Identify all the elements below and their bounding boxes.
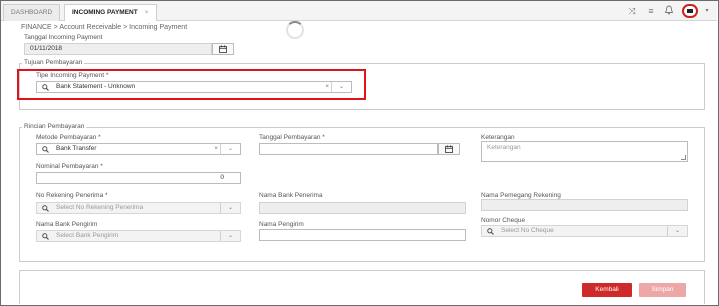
nama-pemegang-field <box>481 199 688 211</box>
tanggal-pembayaran-label: Tanggal Pembayaran * <box>259 134 325 141</box>
calendar-button[interactable] <box>212 43 234 55</box>
tanggal-incoming-field[interactable]: 01/11/2018 <box>24 43 212 55</box>
calendar-icon <box>219 45 227 53</box>
nama-pemegang-label: Nama Pemegang Rekening <box>481 192 561 199</box>
kembali-button[interactable]: Kembali <box>582 283 632 297</box>
nominal-label: Nominal Pembayaran * <box>36 163 103 170</box>
metode-label: Metode Pembayaran * <box>36 134 101 141</box>
nama-bank-penerima-label: Nama Bank Penerima <box>259 192 323 199</box>
calendar-icon <box>445 145 453 153</box>
nomor-cheque-select[interactable]: Select No Cheque ⌄ <box>481 225 688 237</box>
nama-bank-pengirim-select[interactable]: Select Bank Pengirim ⌄ <box>36 230 241 242</box>
chevron-down-icon[interactable]: ⌄ <box>667 226 687 236</box>
nominal-field[interactable]: 0 <box>36 172 241 184</box>
resize-handle-icon[interactable] <box>681 155 686 160</box>
search-icon <box>42 203 49 216</box>
shuffle-icon[interactable]: ⤨ <box>626 5 638 17</box>
no-rekening-label: No Rekening Penerima * <box>36 192 108 199</box>
loading-spinner <box>286 21 304 39</box>
bell-icon[interactable] <box>663 5 675 17</box>
top-bar: DASHBOARD INCOMING PAYMENT × ⤨ ≡ ▾ <box>1 1 717 21</box>
printer-icon <box>687 9 693 13</box>
chevron-down-icon[interactable]: ⌄ <box>220 144 240 154</box>
chevron-down-icon[interactable]: ▾ <box>701 5 713 17</box>
tanggal-incoming-label: Tanggal Incoming Payment <box>24 34 103 41</box>
highlight-box <box>17 69 366 100</box>
search-icon <box>42 231 49 244</box>
nomor-cheque-label: Nomor Cheque <box>481 217 526 224</box>
nama-pengirim-field[interactable] <box>259 229 466 241</box>
breadcrumb: FINANCE > Account Receivable > Incoming … <box>21 24 188 31</box>
tujuan-pembayaran-legend: Tujuan Pembayaran <box>22 59 85 66</box>
keterangan-textarea[interactable]: Keterangan <box>481 141 688 162</box>
simpan-button[interactable]: Simpan <box>639 283 686 297</box>
user-avatar[interactable] <box>682 4 698 18</box>
calendar-button[interactable] <box>438 143 460 155</box>
tab-close-icon[interactable]: × <box>145 9 149 16</box>
clear-icon[interactable]: × <box>214 144 218 154</box>
nama-bank-pengirim-label: Nama Bank Pengirim <box>36 221 98 228</box>
chevron-down-icon[interactable]: ⌄ <box>220 203 240 213</box>
search-icon <box>487 226 494 239</box>
search-icon <box>42 144 49 157</box>
tab-dashboard[interactable]: DASHBOARD <box>3 4 61 21</box>
no-rekening-select[interactable]: Select No Rekening Penerima ⌄ <box>36 202 241 214</box>
chevron-down-icon[interactable]: ⌄ <box>220 231 240 241</box>
metode-select[interactable]: Bank Transfer × ⌄ <box>36 143 241 155</box>
nama-pengirim-label: Nama Pengirim <box>259 221 304 228</box>
rincian-pembayaran-legend: Rincian Pembayaran <box>22 123 87 130</box>
keterangan-label: Keterangan <box>481 134 515 141</box>
tab-incoming-payment[interactable]: INCOMING PAYMENT × <box>64 4 157 21</box>
menu-icon[interactable]: ≡ <box>645 5 657 17</box>
nama-bank-penerima-field <box>259 202 466 214</box>
tanggal-pembayaran-field[interactable] <box>259 143 438 155</box>
